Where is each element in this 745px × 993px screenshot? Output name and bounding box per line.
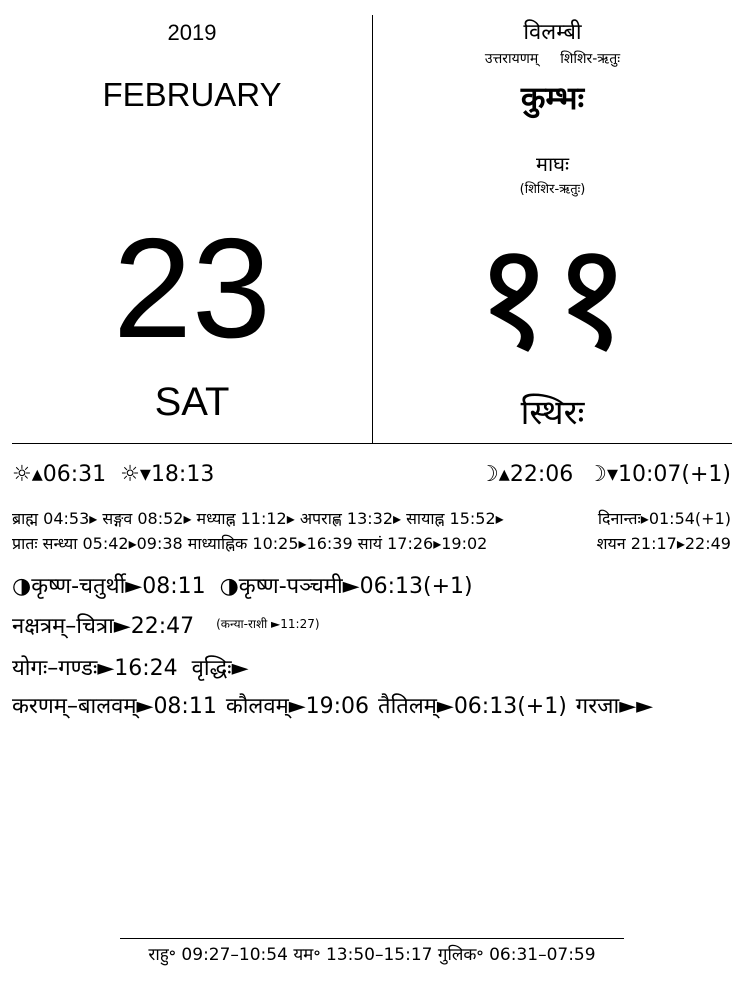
- nakshatra-row: नक्षत्रम्–चित्रा►22:47 (कन्या-राशी ►11:27…: [12, 610, 320, 640]
- footer-inauspicious-times: राहु॰ 09:27–10:54 यम॰ 13:50–15:17 गुलिक॰…: [148, 945, 596, 965]
- yoga-row: योगः–गण्डः►16:24 वृद्धिः►: [12, 652, 249, 682]
- moonrise: ☽▴22:06: [479, 462, 574, 487]
- year: 2019: [167, 20, 217, 45]
- month: FEBRUARY: [102, 76, 282, 113]
- nakshatra-rashi-note: (कन्या-राशी ►11:27): [216, 617, 320, 631]
- moonset: ☽▾10:07(+1): [587, 462, 731, 487]
- sun-times: ☼▴06:31 ☼▾18:13: [12, 462, 214, 487]
- footer-divider: [120, 938, 624, 939]
- tithi-2: ◑कृष्ण-पञ्चमी►06:13(+1): [219, 574, 473, 599]
- tithi-row: ◑कृष्ण-चतुर्थी►08:11 ◑कृष्ण-पञ्चमी►06:13(…: [12, 570, 473, 600]
- moon-times: ☽▴22:06 ☽▾10:07(+1): [479, 462, 731, 487]
- yoga: योगः–गण्डः►16:24: [12, 656, 178, 681]
- ritu: शिशिर-ऋतुः: [560, 51, 621, 67]
- weekday-sanskrit: स्थिरः: [520, 393, 585, 433]
- dinanta: दिनान्तः▸01:54(+1): [597, 509, 731, 528]
- nakshatra: नक्षत्रम्–चित्रा►22:47: [12, 614, 195, 639]
- ayana-ritu: उत्तरायणम् शिशिर-ऋतुः: [373, 49, 732, 68]
- horizontal-divider: [12, 443, 732, 444]
- muhurta-line-2: प्रातः सन्ध्या 05:42▸09:38 माध्याह्निक 1…: [12, 534, 488, 553]
- masa-ritu: (शिशिर-ऋतुः): [519, 182, 586, 197]
- day-number: 23: [113, 209, 271, 368]
- masa-day-number: ११: [474, 210, 631, 384]
- shayana: शयन 21:17▸22:49: [596, 534, 731, 553]
- masa: माघः: [536, 152, 569, 176]
- samvatsara: विलम्बी: [523, 20, 582, 45]
- yoga-next: वृद्धिः►: [191, 656, 249, 681]
- sunset: ☼▾18:13: [120, 462, 215, 487]
- rashi: कुम्भः: [520, 79, 585, 117]
- muhurta-line-1: ब्राह्म 04:53▸ सङ्गव 08:52▸ मध्याह्न 11:…: [12, 509, 504, 528]
- ayana: उत्तरायणम्: [484, 51, 539, 67]
- tithi-1: ◑कृष्ण-चतुर्थी►08:11: [12, 574, 206, 599]
- weekday: SAT: [154, 380, 230, 424]
- karana-row: करणम्–बालवम्►08:11 कौलवम्►19:06 तैतिलम्►…: [12, 694, 654, 719]
- sunrise: ☼▴06:31: [12, 462, 107, 487]
